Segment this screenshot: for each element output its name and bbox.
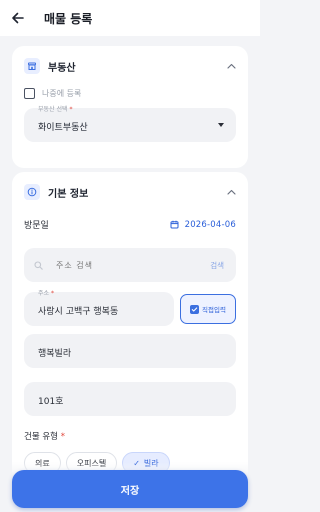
visit-date-row: 방문일 2026-04-06 — [24, 218, 236, 232]
building-name-value: 행복빌라 — [38, 349, 72, 359]
back-button[interactable] — [0, 0, 36, 36]
visit-date-label: 방문일 — [24, 221, 49, 231]
agency-select[interactable]: 부동산 선택 * 화이트부동산 — [24, 106, 236, 142]
building-name-field[interactable]: 행복빌라 — [24, 334, 236, 368]
checkbox-checked-icon — [190, 304, 200, 314]
register-later-label: 나중에 등록 — [42, 89, 82, 98]
address-search-bar: 검색 — [24, 248, 236, 282]
visit-date-value: 2026-04-06 — [184, 219, 236, 230]
info-icon — [24, 184, 40, 200]
direct-input-label: 직접입력 — [202, 306, 226, 314]
chevron-up-icon[interactable] — [224, 59, 238, 73]
agency-select-label: 부동산 선택 * — [38, 106, 73, 113]
building-type-label: 건물 유형 * — [24, 432, 65, 442]
address-search-input[interactable] — [56, 260, 211, 270]
real-estate-header[interactable]: 부동산 — [24, 56, 238, 76]
address-field-label: 주소 * — [38, 290, 54, 297]
dropdown-caret-icon — [218, 123, 224, 127]
address-value: 사랑시 고백구 행복동 — [38, 307, 119, 317]
direct-input-toggle[interactable]: 직접입력 — [180, 294, 236, 324]
real-estate-title: 부동산 — [48, 62, 76, 74]
save-button[interactable]: 저장 — [12, 470, 248, 508]
form-scroll-area[interactable]: 부동산 나중에 등록 부동산 선택 * 화이트부동산 기본 정보 방문일 202… — [0, 36, 260, 512]
basic-info-card: 기본 정보 방문일 2026-04-06 검색 — [12, 172, 248, 512]
checkbox-unchecked-icon[interactable] — [24, 88, 35, 99]
basic-info-header[interactable]: 기본 정보 — [24, 182, 238, 202]
real-estate-card: 부동산 나중에 등록 부동산 선택 * 화이트부동산 — [12, 46, 248, 168]
save-button-label: 저장 — [120, 485, 140, 497]
register-later-checkbox[interactable]: 나중에 등록 — [24, 88, 81, 99]
visit-date-picker[interactable]: 2026-04-06 — [170, 220, 236, 230]
chevron-up-icon[interactable] — [224, 185, 238, 199]
address-search-button[interactable]: 검색 — [210, 260, 224, 271]
calendar-icon — [170, 220, 179, 229]
store-icon — [24, 58, 40, 74]
page-title: 매물 등록 — [44, 11, 93, 26]
app-bar: 매물 등록 — [0, 0, 260, 36]
basic-info-title: 기본 정보 — [48, 188, 89, 200]
agency-select-value: 화이트부동산 — [38, 123, 88, 133]
address-field[interactable]: 주소 * 사랑시 고백구 행복동 — [24, 290, 174, 326]
unit-number-value: 101호 — [38, 397, 64, 407]
search-icon — [34, 260, 44, 270]
unit-number-field[interactable]: 101호 — [24, 382, 236, 416]
arrow-left-icon — [12, 12, 24, 24]
